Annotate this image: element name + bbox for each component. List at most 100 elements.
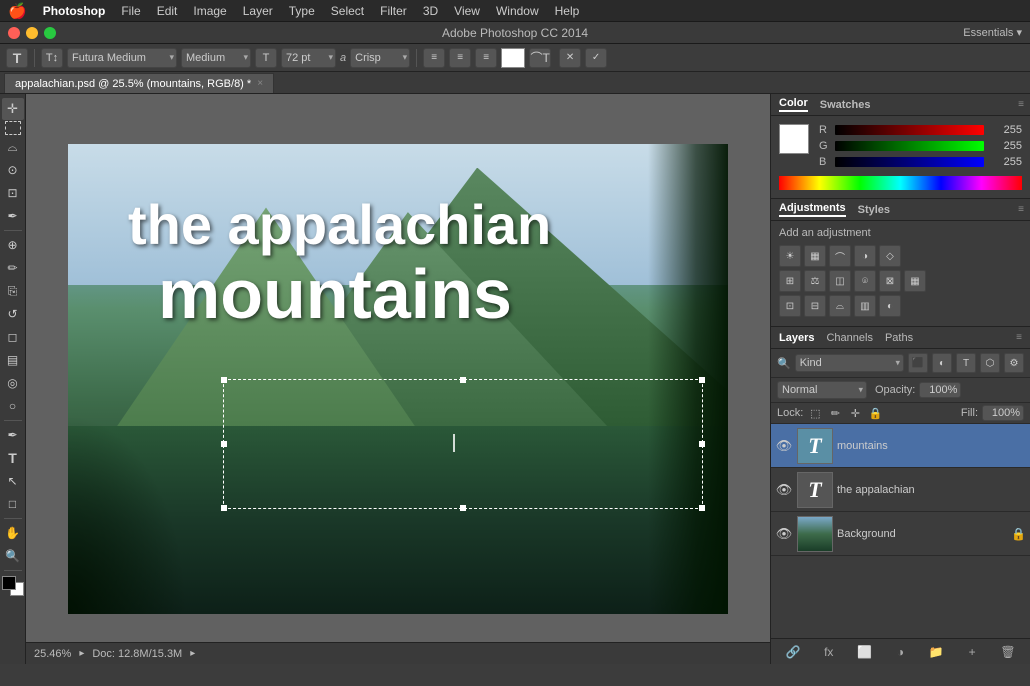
sel-handle-tc[interactable] bbox=[460, 377, 466, 383]
dodge-tool[interactable]: ○ bbox=[2, 395, 24, 417]
smart-filter-icon[interactable]: ⚙ bbox=[1004, 353, 1024, 373]
menu-help[interactable]: Help bbox=[555, 4, 580, 18]
foreground-color[interactable] bbox=[2, 576, 16, 590]
lock-transparent-icon[interactable]: ⬚ bbox=[807, 405, 823, 421]
vibrance-icon[interactable]: ◇ bbox=[879, 245, 901, 267]
swatches-tab[interactable]: Swatches bbox=[820, 99, 871, 111]
channels-tab[interactable]: Channels bbox=[826, 332, 872, 344]
b-slider[interactable] bbox=[835, 157, 984, 167]
invert-icon[interactable]: ⊡ bbox=[779, 295, 801, 317]
r-slider[interactable] bbox=[835, 125, 984, 135]
sel-handle-bc[interactable] bbox=[460, 505, 466, 511]
essentials-label[interactable]: Essentials ▾ bbox=[963, 26, 1022, 39]
sel-handle-br[interactable] bbox=[699, 505, 705, 511]
lock-position-icon[interactable]: ✛ bbox=[847, 405, 863, 421]
fill-input[interactable] bbox=[982, 405, 1024, 421]
cancel-transform-icon[interactable]: ✕ bbox=[559, 48, 581, 68]
move-tool[interactable]: ✛ bbox=[2, 98, 24, 120]
color-lookup-icon[interactable]: ▦ bbox=[904, 270, 926, 292]
color-preview-swatch[interactable] bbox=[779, 124, 809, 154]
gradient-map-icon[interactable]: ▥ bbox=[854, 295, 876, 317]
link-layers-button[interactable]: 🔗 bbox=[783, 643, 803, 661]
hue-sat-icon[interactable]: ⊞ bbox=[779, 270, 801, 292]
new-layer-button[interactable]: + bbox=[962, 643, 982, 661]
layer-effects-button[interactable]: fx bbox=[819, 643, 839, 661]
posterize-icon[interactable]: ⊟ bbox=[804, 295, 826, 317]
layer-mountains-visibility[interactable]: 👁 bbox=[775, 437, 793, 455]
new-adjustment-button[interactable]: ◑ bbox=[890, 643, 910, 661]
layers-tab[interactable]: Layers bbox=[779, 332, 814, 344]
menu-3d[interactable]: 3D bbox=[423, 4, 438, 18]
channel-mixer-icon[interactable]: ⊠ bbox=[879, 270, 901, 292]
eyedropper-tool[interactable]: ✒ bbox=[2, 205, 24, 227]
gradient-tool[interactable]: ▤ bbox=[2, 349, 24, 371]
spectrum-bar[interactable] bbox=[779, 176, 1022, 190]
path-select-tool[interactable]: ↖ bbox=[2, 470, 24, 492]
sel-handle-tr[interactable] bbox=[699, 377, 705, 383]
menu-filter[interactable]: Filter bbox=[380, 4, 407, 18]
text-color-swatch[interactable] bbox=[501, 48, 525, 68]
menu-image[interactable]: Image bbox=[193, 4, 226, 18]
sel-handle-bl[interactable] bbox=[221, 505, 227, 511]
brightness-contrast-icon[interactable]: ☀ bbox=[779, 245, 801, 267]
color-tab[interactable]: Color bbox=[779, 97, 808, 112]
kind-select[interactable]: Kind bbox=[795, 354, 904, 372]
text-filter-icon[interactable]: T bbox=[956, 353, 976, 373]
color-balance-icon[interactable]: ⚖ bbox=[804, 270, 826, 292]
threshold-icon[interactable]: ⌓ bbox=[829, 295, 851, 317]
levels-icon[interactable]: ▦ bbox=[804, 245, 826, 267]
menu-type[interactable]: Type bbox=[289, 4, 315, 18]
lock-all-icon[interactable]: 🔒 bbox=[867, 405, 883, 421]
text-tool[interactable]: T bbox=[2, 447, 24, 469]
brush-tool[interactable]: ✏ bbox=[2, 257, 24, 279]
menu-window[interactable]: Window bbox=[496, 4, 539, 18]
bw-icon[interactable]: ◫ bbox=[829, 270, 851, 292]
spot-heal-tool[interactable]: ⊕ bbox=[2, 234, 24, 256]
document-tab[interactable]: appalachian.psd @ 25.5% (mountains, RGB/… bbox=[4, 73, 274, 93]
curves-icon[interactable]: ⌒ bbox=[829, 245, 851, 267]
new-group-button[interactable]: 📁 bbox=[926, 643, 946, 661]
hand-tool[interactable]: ✋ bbox=[2, 522, 24, 544]
history-brush-tool[interactable]: ↺ bbox=[2, 303, 24, 325]
photo-filter-icon[interactable]: ⌾ bbox=[854, 270, 876, 292]
sel-handle-tl[interactable] bbox=[221, 377, 227, 383]
color-panel-collapse[interactable]: ≡ bbox=[1018, 99, 1024, 110]
apple-menu[interactable]: 🍎 bbox=[8, 2, 27, 20]
shape-tool[interactable]: □ bbox=[2, 493, 24, 515]
font-toggle-icon[interactable]: T↕ bbox=[41, 48, 63, 68]
layer-appalachian-visibility[interactable]: 👁 bbox=[775, 481, 793, 499]
selective-color-icon[interactable]: ◐ bbox=[879, 295, 901, 317]
adjustment-filter-icon[interactable]: ◐ bbox=[932, 353, 952, 373]
font-size-select[interactable]: 72 pt bbox=[281, 48, 336, 68]
menu-select[interactable]: Select bbox=[331, 4, 364, 18]
close-button[interactable] bbox=[8, 27, 20, 39]
minimize-button[interactable] bbox=[26, 27, 38, 39]
g-slider[interactable] bbox=[835, 141, 984, 151]
sel-handle-mr[interactable] bbox=[699, 441, 705, 447]
layers-panel-collapse[interactable]: ≡ bbox=[1016, 332, 1022, 343]
paths-tab[interactable]: Paths bbox=[885, 332, 913, 344]
align-center-icon[interactable]: ≡ bbox=[449, 48, 471, 68]
clone-tool[interactable]: ⎘ bbox=[2, 280, 24, 302]
zoom-tool[interactable]: 🔍 bbox=[2, 545, 24, 567]
shape-filter-icon[interactable]: ⬡ bbox=[980, 353, 1000, 373]
delete-layer-button[interactable]: 🗑 bbox=[998, 643, 1018, 661]
crop-tool[interactable]: ⊡ bbox=[2, 182, 24, 204]
menu-file[interactable]: File bbox=[121, 4, 140, 18]
layer-item-appalachian[interactable]: 👁 T the appalachian bbox=[771, 468, 1030, 512]
menu-edit[interactable]: Edit bbox=[157, 4, 178, 18]
exposure-icon[interactable]: ◑ bbox=[854, 245, 876, 267]
opacity-input[interactable] bbox=[919, 382, 961, 398]
add-mask-button[interactable]: ⬜ bbox=[855, 643, 875, 661]
marquee-tool[interactable] bbox=[5, 121, 21, 135]
text-tool-icon[interactable]: T bbox=[6, 48, 28, 68]
layer-background-visibility[interactable]: 👁 bbox=[775, 525, 793, 543]
blend-mode-select[interactable]: Normal bbox=[777, 381, 867, 399]
commit-transform-icon[interactable]: ✓ bbox=[585, 48, 607, 68]
lasso-tool[interactable]: ⌓ bbox=[2, 136, 24, 158]
font-family-select[interactable]: Futura Medium bbox=[67, 48, 177, 68]
styles-tab[interactable]: Styles bbox=[858, 204, 890, 216]
canvas-area[interactable]: the appalachian mountains bbox=[26, 94, 770, 664]
font-style-select[interactable]: Medium bbox=[181, 48, 251, 68]
warp-text-icon[interactable]: ⌒T bbox=[529, 48, 551, 68]
